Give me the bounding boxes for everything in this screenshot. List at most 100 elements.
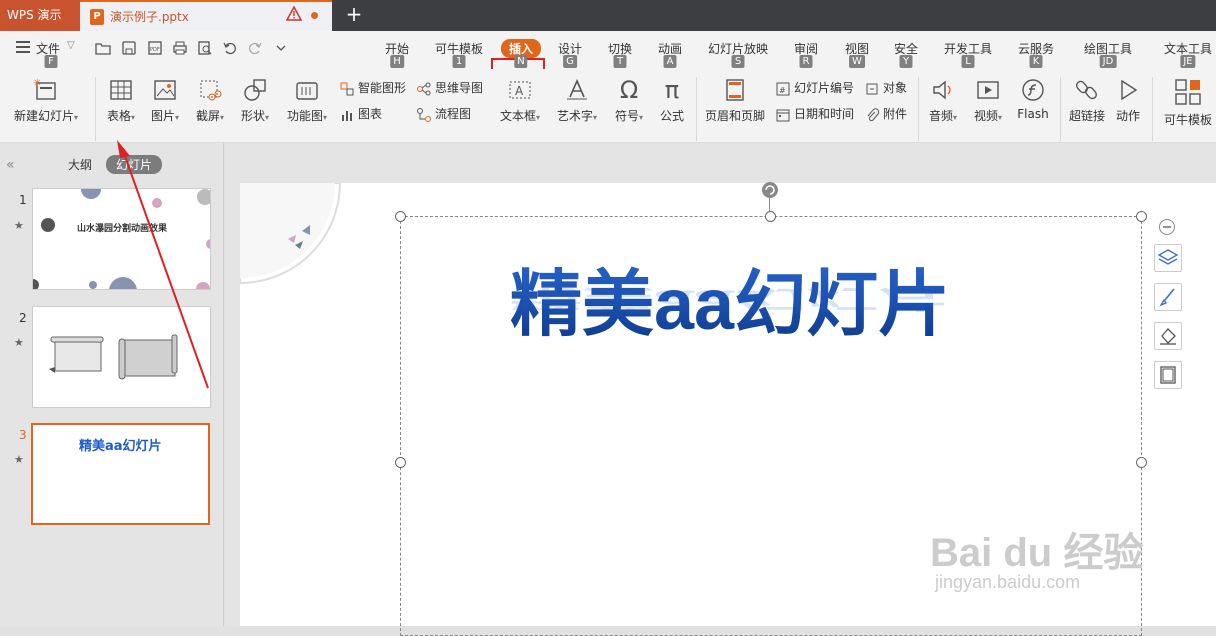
picture-button[interactable]: 图片▾ — [147, 77, 183, 124]
object-label: 对象 — [883, 81, 908, 95]
new-slide-icon: ✳ — [33, 78, 56, 100]
table-label: 表格 — [106, 109, 131, 123]
hamburger-menu-icon[interactable] — [16, 41, 30, 53]
video-button[interactable]: 视频▾ — [970, 77, 1006, 124]
layers-tool-button[interactable] — [1154, 244, 1182, 272]
picture-label: 图片 — [150, 109, 175, 123]
resize-handle[interactable] — [1136, 457, 1147, 468]
slide-thumbnail-3-selected[interactable]: 精美aa幻灯片 — [31, 423, 210, 525]
symbol-button[interactable]: Ω 符号▾ — [611, 77, 647, 124]
mind-map-button[interactable]: 思维导图 — [416, 79, 483, 97]
object-button[interactable]: 对象 — [864, 79, 907, 97]
app-name[interactable]: WPS 演示 — [0, 0, 80, 31]
smart-shape-label: 智能图形 — [358, 81, 407, 95]
resize-handle[interactable] — [395, 211, 406, 222]
hyperlink-label: 超链接 — [1068, 109, 1105, 123]
action-button[interactable]: 动作 — [1112, 77, 1144, 124]
header-footer-button[interactable]: 页眉和页脚 — [704, 77, 766, 124]
header-footer-icon — [726, 79, 744, 101]
title-bar: WPS 演示 P 演示例子.pptx + — [0, 0, 1216, 31]
undo-icon[interactable] — [222, 40, 238, 56]
resize-handle[interactable] — [765, 211, 776, 222]
slide-thumbnail-1[interactable]: 山水瀑园分割动画效果 — [32, 188, 211, 290]
new-slide-button[interactable]: ✳ 新建幻灯片▾ — [10, 77, 82, 124]
slide-title-reflection: 精美aa幻灯片 — [510, 285, 951, 313]
header-footer-label: 页眉和页脚 — [704, 109, 765, 123]
open-folder-icon[interactable] — [95, 40, 111, 56]
kn-template-button[interactable]: 可牛模板 — [1160, 77, 1216, 128]
keytip-9: Y — [899, 55, 913, 68]
bar-chart-icon — [342, 110, 352, 121]
scissors-screenshot-icon — [200, 80, 222, 101]
formula-button[interactable]: π 公式 — [656, 77, 688, 124]
unsaved-dot-icon — [311, 12, 318, 19]
hyperlink-button[interactable]: 超链接 — [1066, 77, 1108, 124]
link-icon — [1076, 80, 1097, 100]
wordart-button[interactable]: 艺术字▾ — [553, 77, 601, 124]
pi-formula-icon: π — [664, 76, 680, 104]
tab-outline[interactable]: 大纲 — [68, 156, 92, 173]
calendar-icon — [776, 109, 790, 121]
audio-button[interactable]: 音频▾ — [925, 77, 961, 124]
omega-symbol-icon: Ω — [619, 76, 639, 104]
brush-tool-button[interactable] — [1154, 283, 1182, 311]
zoom-out-minus-icon[interactable] — [1158, 218, 1176, 236]
smart-shape-icon — [340, 82, 354, 95]
export-pdf-icon[interactable]: PDF — [147, 40, 163, 56]
screenshot-label: 截屏 — [195, 109, 220, 123]
slide-number-button[interactable]: # 幻灯片编号 — [775, 79, 854, 97]
shape-button[interactable]: 形状▾ — [237, 77, 273, 124]
textbox-button[interactable]: A 文本框▾ — [496, 77, 544, 124]
layers-icon — [1157, 249, 1179, 265]
chart-button[interactable]: 图表 — [339, 105, 382, 123]
slide-thumbnail-2[interactable] — [32, 306, 211, 408]
date-time-button[interactable]: 日期和时间 — [775, 105, 854, 123]
slide-number-2: 2 — [19, 311, 27, 325]
thumbnail-1-title: 山水瀑园分割动画效果 — [77, 224, 168, 234]
table-button[interactable]: 表格▾ — [103, 77, 139, 124]
symbol-label: 符号 — [614, 109, 639, 123]
print-icon[interactable] — [172, 40, 188, 56]
customize-toolbar-chevron-icon[interactable] — [273, 40, 289, 56]
redo-icon[interactable] — [247, 40, 263, 56]
warning-icon[interactable] — [286, 6, 302, 22]
fill-bucket-icon — [1160, 328, 1176, 345]
new-tab-plus-icon[interactable]: + — [344, 2, 364, 26]
flash-icon — [1022, 79, 1044, 101]
function-chart-button[interactable]: 功能图▾ — [283, 77, 331, 124]
attachment-label: 附件 — [883, 107, 908, 121]
resize-handle[interactable] — [1136, 211, 1147, 222]
new-slide-label: 新建幻灯片 — [13, 109, 74, 123]
svg-text:PDF: PDF — [150, 47, 160, 53]
chevron-down-icon[interactable]: ▽ — [67, 40, 75, 51]
wordart-label: 艺术字 — [556, 109, 593, 123]
svg-text:#: # — [779, 86, 786, 95]
video-icon — [977, 81, 999, 99]
textbox-label: 文本框 — [499, 109, 536, 123]
collapse-panel-icon[interactable]: « — [6, 157, 15, 173]
fill-tool-button[interactable] — [1154, 322, 1182, 350]
keytip-4: T — [613, 55, 627, 68]
keytip-12: JD — [1099, 55, 1117, 68]
slide-number-icon: # — [776, 82, 790, 95]
document-tab[interactable]: P 演示例子.pptx — [80, 0, 332, 31]
screenshot-button[interactable]: 截屏▾ — [192, 77, 228, 124]
textbox-icon: A — [509, 81, 531, 99]
video-label: 视频 — [973, 109, 998, 123]
template-grid-icon — [1175, 79, 1201, 105]
print-preview-icon[interactable] — [197, 40, 213, 56]
attachment-button[interactable]: 附件 — [864, 105, 907, 123]
date-time-label: 日期和时间 — [794, 107, 855, 121]
resize-handle[interactable] — [395, 457, 406, 468]
document-filename: 演示例子.pptx — [110, 10, 189, 24]
tab-slides[interactable]: 幻灯片 — [106, 155, 163, 174]
flowchart-button[interactable]: 流程图 — [416, 105, 471, 123]
flash-button[interactable]: Flash — [1015, 77, 1051, 121]
smart-shape-button[interactable]: 智能图形 — [339, 79, 406, 97]
keytip-1: 1 — [452, 55, 466, 68]
rotate-handle-icon[interactable] — [761, 181, 779, 199]
border-tool-button[interactable] — [1154, 361, 1182, 389]
save-icon[interactable] — [121, 40, 137, 56]
kn-template-label: 可牛模板 — [1163, 113, 1212, 127]
keytip-11: K — [1029, 55, 1043, 68]
